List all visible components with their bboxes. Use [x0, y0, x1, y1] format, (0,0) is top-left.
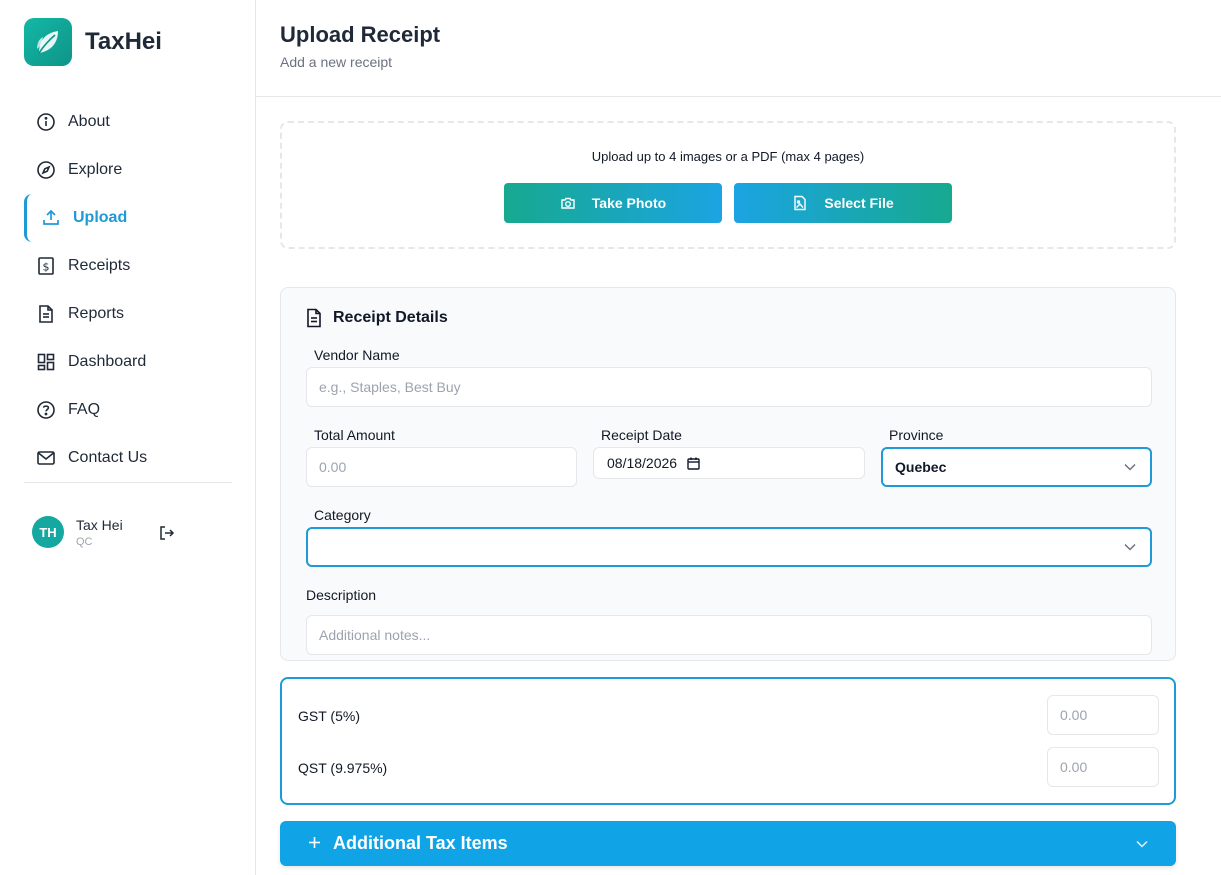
total-amount-input[interactable]: 0.00: [306, 447, 577, 487]
vendor-label: Vendor Name: [314, 347, 400, 363]
calendar-icon[interactable]: [687, 457, 700, 470]
category-label: Category: [314, 507, 371, 523]
province-label: Province: [889, 427, 944, 443]
qst-input[interactable]: 0.00: [1047, 747, 1159, 787]
user-province: QC: [76, 535, 93, 548]
camera-icon: [560, 195, 576, 211]
chevron-down-icon: [1136, 840, 1148, 848]
user-profile[interactable]: TH Tax Hei QC: [32, 516, 123, 548]
additional-tax-items-toggle[interactable]: Additional Tax Items: [280, 821, 1176, 866]
logout-icon[interactable]: [158, 524, 176, 542]
description-input[interactable]: Additional notes...: [306, 615, 1152, 655]
page-title: Upload Receipt: [280, 22, 441, 47]
select-file-button[interactable]: Select File: [734, 183, 952, 223]
brand-name: TaxHei: [85, 28, 162, 55]
upload-instructions: Upload up to 4 images or a PDF (max 4 pa…: [591, 149, 865, 164]
select-file-label: Select File: [824, 195, 894, 211]
plus-icon: [308, 832, 321, 855]
nav-item-about[interactable]: About: [24, 98, 232, 146]
main-nav: About Explore Upload $ Receipts Reports: [24, 98, 232, 482]
receipt-details-header: Receipt Details: [305, 308, 448, 328]
page-subtitle: Add a new receipt: [280, 54, 393, 70]
nav-label: Contact Us: [68, 449, 148, 466]
leaf-icon: [24, 18, 72, 66]
page-header: Upload Receipt Add a new receipt: [256, 0, 1221, 97]
nav-item-receipts[interactable]: $ Receipts: [24, 242, 232, 290]
nav-label: Explore: [68, 161, 123, 178]
mail-icon: [36, 448, 56, 468]
gst-input[interactable]: 0.00: [1047, 695, 1159, 735]
upload-dropzone[interactable]: Upload up to 4 images or a PDF (max 4 pa…: [280, 121, 1176, 249]
receipt-date-value: 08/18/2026: [607, 455, 678, 471]
nav-label: About: [68, 113, 110, 130]
upload-icon: [41, 208, 61, 228]
category-select[interactable]: [306, 527, 1152, 567]
take-photo-label: Take Photo: [591, 195, 667, 211]
chevron-down-icon: [1124, 543, 1136, 551]
nav-label: Receipts: [68, 257, 131, 274]
nav-item-dashboard[interactable]: Dashboard: [24, 338, 232, 386]
receipt-dollar-icon: $: [36, 256, 56, 276]
nav-item-explore[interactable]: Explore: [24, 146, 232, 194]
user-name: Tax Hei: [76, 516, 123, 533]
nav-item-reports[interactable]: Reports: [24, 290, 232, 338]
help-icon: [36, 400, 56, 420]
avatar: TH: [32, 516, 64, 548]
tax-fields-card: GST (5%) 0.00 QST (9.975%) 0.00: [280, 677, 1176, 805]
qst-label: QST (9.975%): [298, 760, 388, 776]
vendor-input[interactable]: e.g., Staples, Best Buy: [306, 367, 1152, 407]
user-info: Tax Hei QC: [76, 517, 123, 548]
nav-label: Reports: [68, 305, 125, 322]
brand[interactable]: TaxHei: [24, 18, 162, 66]
gst-label: GST (5%): [298, 708, 360, 724]
receipt-date-label: Receipt Date: [601, 427, 682, 443]
info-icon: [36, 112, 56, 132]
additional-tax-items-label: Additional Tax Items: [333, 833, 508, 853]
description-label: Description: [306, 587, 377, 603]
document-icon: [36, 304, 56, 324]
dashboard-grid-icon: [36, 352, 56, 372]
compass-icon: [36, 160, 56, 180]
nav-divider: [24, 482, 232, 483]
nav-item-faq[interactable]: FAQ: [24, 386, 232, 434]
receipt-details-card: Receipt Details Vendor Name e.g., Staple…: [280, 287, 1176, 661]
nav-item-contact[interactable]: Contact Us: [24, 434, 232, 482]
nav-item-upload[interactable]: Upload: [24, 194, 232, 242]
chevron-down-icon: [1124, 463, 1136, 471]
receipt-details-title: Receipt Details: [333, 309, 448, 326]
nav-label: FAQ: [68, 401, 101, 418]
receipt-date-input[interactable]: 08/18/2026: [593, 447, 865, 479]
total-amount-label: Total Amount: [314, 427, 395, 443]
province-value: Quebec: [895, 459, 947, 475]
sidebar: TaxHei About Explore Upload $ Receipts R…: [0, 0, 256, 875]
province-select[interactable]: Quebec: [881, 447, 1152, 487]
svg-text:$: $: [43, 261, 50, 274]
document-icon: [305, 308, 323, 328]
file-image-icon: [792, 195, 808, 211]
take-photo-button[interactable]: Take Photo: [504, 183, 722, 223]
nav-label: Upload: [73, 209, 128, 226]
nav-label: Dashboard: [68, 353, 147, 370]
